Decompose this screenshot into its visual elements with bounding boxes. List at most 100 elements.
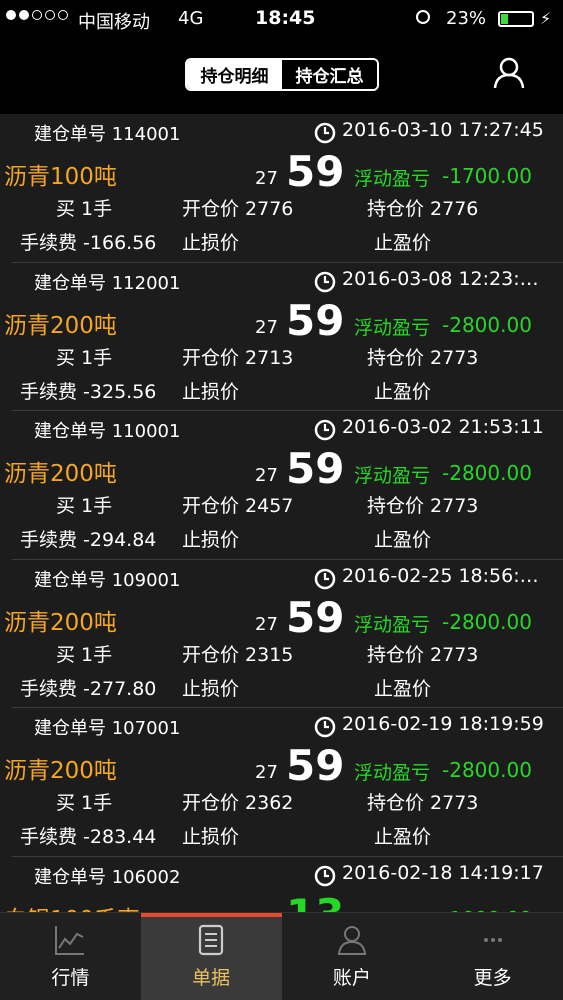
hold-price: 持仓价 2773 (367, 495, 479, 518)
order-number: 建仓单号 106002 (34, 866, 181, 888)
take-profit-price: 止盈价 (374, 826, 432, 849)
current-price-prefix: 27 (255, 613, 278, 635)
open-datetime: 2016-02-19 18:19:59 (342, 713, 544, 736)
status-bar: 中国移动 4G 18:45 23% ⚡ (0, 0, 563, 38)
product-name: 白银100千克 (4, 900, 140, 912)
hold-price: 持仓价 2773 (367, 792, 479, 815)
floating-pl-value: -1700.00 (442, 164, 532, 188)
floating-pl-value: -2800.00 (442, 609, 532, 634)
current-price-prefix: 27 (255, 316, 278, 338)
tab-more[interactable]: 更多 (422, 913, 563, 1000)
floating-pl-label: 浮动盈亏 (354, 168, 431, 190)
open-datetime: 2016-02-25 18:56:… (342, 564, 539, 587)
product-name: 沥青100吨 (4, 164, 117, 190)
order-number: 建仓单号 114001 (34, 124, 181, 145)
open-price: 开仓价 2362 (182, 792, 294, 815)
segmented-control: 持仓明细 持仓汇总 (185, 58, 379, 91)
position-card[interactable]: 建仓单号 106002 2016-02-18 14:19:17 白银100千克 … (4, 857, 563, 912)
position-card[interactable]: 建仓单号 112001 2016-03-08 12:23:… 沥青200吨 27… (4, 263, 563, 412)
floating-pl-value: -2800.00 (442, 461, 532, 486)
open-price: 开仓价 2315 (182, 643, 294, 666)
charging-icon: ⚡ (540, 9, 552, 28)
floating-pl-label: 浮动盈亏 (354, 316, 431, 339)
chart-icon (55, 926, 85, 955)
current-price-suffix: 13 (286, 890, 344, 912)
clock-icon (314, 122, 336, 144)
current-price-suffix: 59 (286, 592, 345, 642)
fee: 手续费 -277.80 (20, 677, 157, 700)
open-price: 开仓价 2457 (182, 495, 294, 518)
clock-icon (314, 419, 336, 441)
tab-label: 行情 (51, 967, 90, 989)
clock-icon (314, 717, 336, 738)
direction-lots: 买 1手 (56, 792, 113, 815)
current-price-suffix: 59 (286, 741, 345, 791)
current-price-prefix: 27 (255, 762, 278, 784)
product-name: 沥青200吨 (4, 461, 117, 488)
open-datetime: 2016-02-18 14:19:17 (342, 861, 544, 884)
stop-loss-price: 止损价 (182, 380, 240, 403)
take-profit-price: 止盈价 (374, 677, 432, 700)
clock-icon (314, 568, 336, 590)
position-list[interactable]: 建仓单号 114001 2016-03-10 17:27:45 沥青100吨 2… (0, 114, 563, 912)
position-card[interactable]: 建仓单号 110001 2016-03-02 21:53:11 沥青200吨 2… (4, 411, 563, 560)
hold-price: 持仓价 2776 (367, 198, 479, 220)
order-number: 建仓单号 107001 (34, 718, 181, 740)
carrier-name: 中国移动 (78, 12, 150, 33)
fee: 手续费 -283.44 (20, 826, 157, 849)
fee: 手续费 -166.56 (20, 232, 157, 254)
current-price-suffix: 59 (286, 444, 345, 494)
user-icon[interactable] (492, 56, 526, 90)
tab-position-summary[interactable]: 持仓汇总 (282, 60, 377, 89)
floating-pl-label: 浮动盈亏 (354, 613, 431, 636)
current-price-suffix: 59 (286, 147, 345, 196)
floating-pl-label: 浮动盈亏 (354, 762, 431, 785)
open-price: 开仓价 2776 (182, 198, 294, 220)
signal-strength-icon (6, 10, 68, 20)
take-profit-price: 止盈价 (374, 380, 432, 403)
direction-lots: 买 1手 (56, 346, 113, 369)
product-name: 沥青200吨 (4, 312, 117, 339)
clock-icon (314, 271, 336, 292)
floating-pl-value: -2800.00 (442, 758, 532, 783)
tab-account[interactable]: 账户 (282, 913, 423, 1000)
direction-lots: 买 1手 (56, 495, 113, 518)
position-card[interactable]: 建仓单号 109001 2016-02-25 18:56:… 沥青200吨 27… (4, 560, 563, 709)
open-datetime: 2016-03-10 17:27:45 (342, 119, 544, 141)
current-price-suffix: 59 (286, 295, 345, 345)
tab-position-details[interactable]: 持仓明细 (187, 60, 282, 89)
direction-lots: 买 1手 (56, 198, 113, 220)
fee: 手续费 -325.56 (20, 380, 157, 403)
tab-orders[interactable]: 单据 (140, 913, 282, 1000)
open-price: 开仓价 2713 (182, 346, 294, 369)
stop-loss-price: 止损价 (182, 529, 240, 552)
stop-loss-price: 止损价 (182, 826, 240, 849)
header: 持仓明细 持仓汇总 (0, 38, 563, 114)
tab-label: 单据 (192, 967, 231, 989)
hold-price: 持仓价 2773 (367, 346, 479, 369)
more-icon (483, 938, 502, 942)
product-name: 沥青200吨 (4, 609, 117, 636)
product-name: 沥青200吨 (4, 758, 117, 785)
take-profit-price: 止盈价 (374, 232, 432, 254)
account-icon (337, 926, 366, 955)
current-price-prefix: 27 (255, 465, 278, 487)
tab-market[interactable]: 行情 (0, 913, 141, 1000)
clock-icon (314, 865, 336, 887)
open-datetime: 2016-03-02 21:53:11 (342, 416, 544, 439)
bottom-tab-bar: 行情 单据 账户 更多 (0, 912, 563, 1000)
fee: 手续费 -294.84 (20, 529, 157, 552)
tab-label: 更多 (473, 967, 512, 989)
network-type: 4G (178, 8, 204, 29)
status-time: 18:45 (255, 7, 316, 29)
order-number: 建仓单号 109001 (34, 569, 181, 591)
battery-icon (498, 11, 534, 27)
take-profit-price: 止盈价 (374, 529, 432, 552)
floating-pl-value: -2800.00 (442, 312, 532, 337)
document-icon (199, 924, 224, 956)
tab-label: 账户 (332, 967, 371, 989)
position-card[interactable]: 建仓单号 114001 2016-03-10 17:27:45 沥青100吨 2… (4, 114, 563, 263)
open-datetime: 2016-03-08 12:23:… (342, 267, 539, 290)
hold-price: 持仓价 2773 (367, 643, 479, 666)
position-card[interactable]: 建仓单号 107001 2016-02-19 18:19:59 沥青200吨 2… (4, 708, 563, 857)
